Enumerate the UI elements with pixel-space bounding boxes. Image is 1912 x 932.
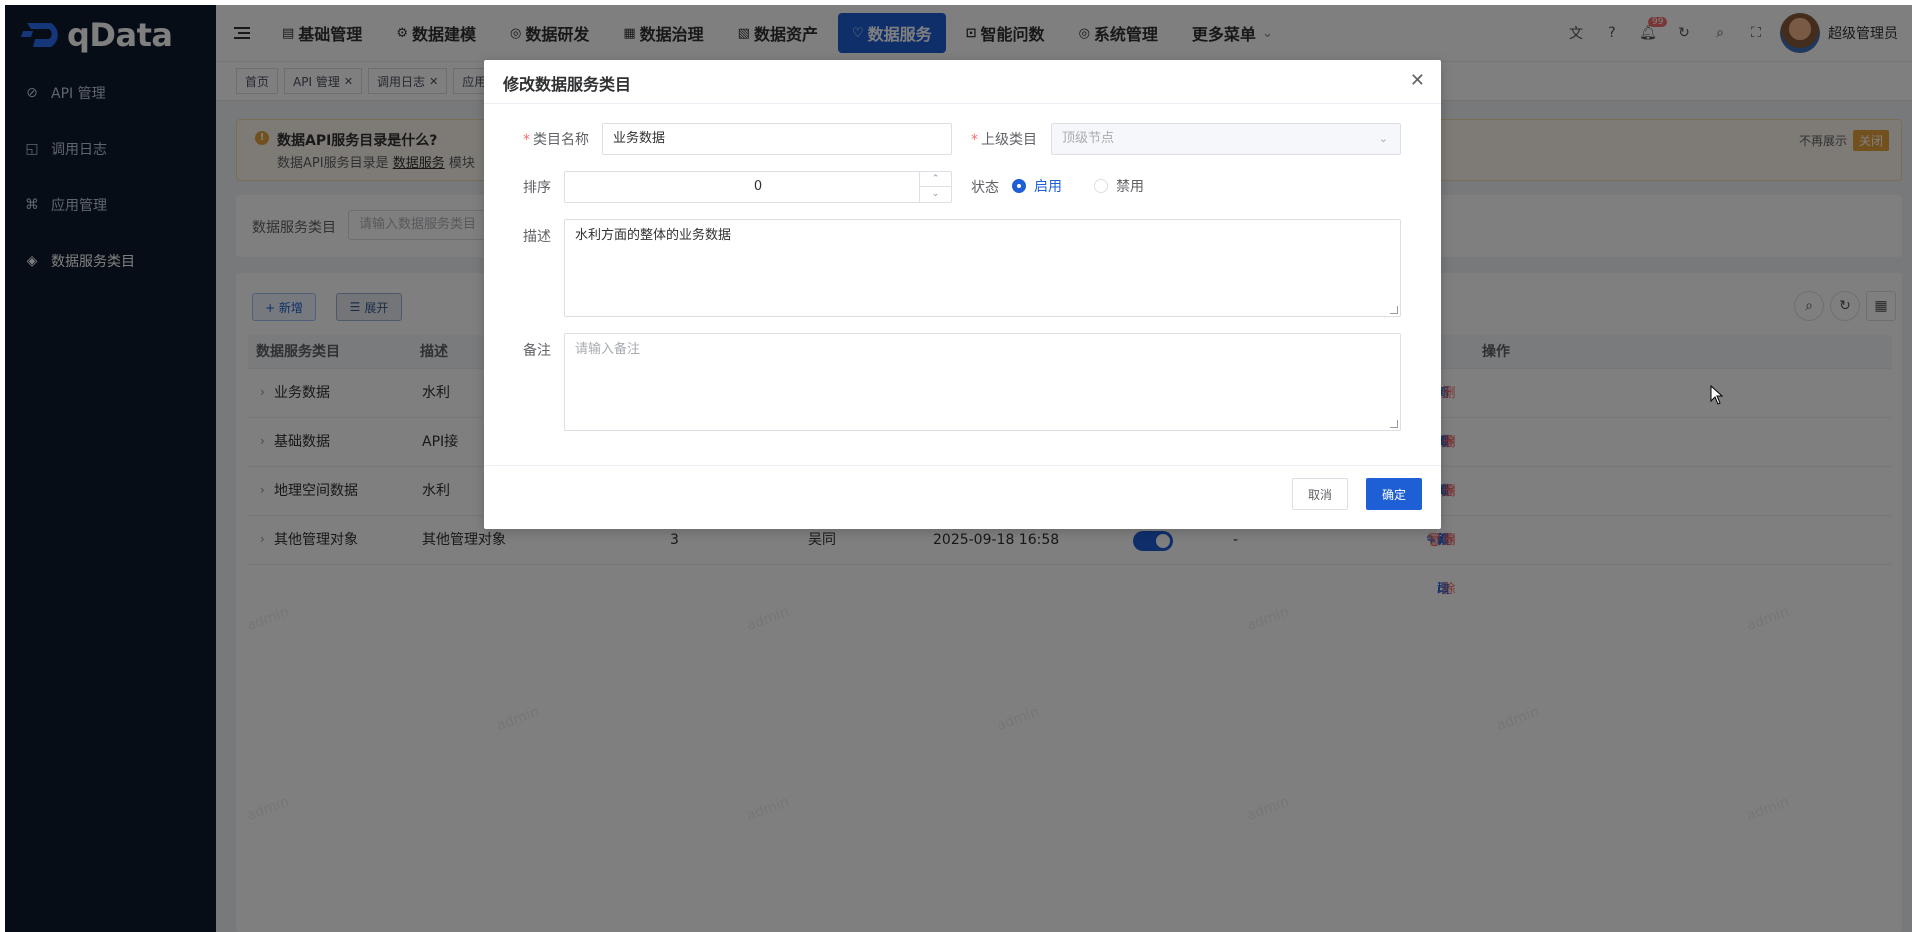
close-icon[interactable]: ✕: [1410, 70, 1425, 91]
remark-label: 备注: [523, 343, 551, 359]
radio-dot: [1094, 179, 1108, 193]
decrement-icon[interactable]: ⌄: [920, 187, 951, 202]
radio-label: 禁用: [1116, 179, 1144, 195]
dialog-footer: 取消 确定: [484, 465, 1441, 529]
remark-textarea[interactable]: 请输入备注: [564, 333, 1401, 431]
parent-label-text: 上级类目: [981, 132, 1037, 148]
dialog-header: 修改数据服务类目 ✕: [484, 60, 1441, 104]
name-label-text: 类目名称: [533, 132, 589, 148]
status-disabled-radio[interactable]: 禁用: [1094, 176, 1144, 196]
required-mark: *: [523, 132, 530, 148]
chevron-down-icon: ⌄: [1378, 132, 1388, 145]
edit-category-dialog: 修改数据服务类目 ✕ * 类目名称 业务数据 * 上级类目 顶级节点 ⌄ 排序 0 ⌃…: [484, 60, 1441, 529]
status-enabled-radio[interactable]: 启用: [1012, 176, 1062, 196]
resize-handle[interactable]: [1390, 420, 1398, 428]
desc-label: 描述: [523, 229, 551, 245]
parent-label: * 上级类目: [971, 129, 1037, 149]
name-label: * 类目名称: [523, 129, 589, 149]
desc-value: 水利方面的整体的业务数据: [575, 228, 732, 243]
parent-select[interactable]: 顶级节点 ⌄: [1051, 123, 1401, 155]
sort-label: 排序: [523, 180, 551, 196]
mouse-cursor-icon: [1710, 385, 1724, 405]
name-input[interactable]: 业务数据: [602, 123, 952, 155]
stepper-buttons: ⌃ ⌄: [919, 172, 951, 202]
increment-icon[interactable]: ⌃: [920, 172, 951, 187]
required-mark: *: [971, 132, 978, 148]
resize-handle[interactable]: [1390, 306, 1398, 314]
parent-value: 顶级节点: [1062, 131, 1115, 146]
sort-value: 0: [753, 179, 763, 194]
radio-dot: [1012, 179, 1026, 193]
remark-placeholder: 请输入备注: [575, 342, 641, 357]
status-label: 状态: [971, 180, 999, 196]
cancel-button[interactable]: 取消: [1292, 478, 1348, 510]
radio-label: 启用: [1034, 179, 1062, 195]
dialog-title: 修改数据服务类目: [503, 75, 632, 94]
confirm-button[interactable]: 确定: [1366, 478, 1422, 510]
desc-textarea[interactable]: 水利方面的整体的业务数据: [564, 219, 1401, 317]
sort-stepper[interactable]: 0 ⌃ ⌄: [564, 171, 952, 203]
